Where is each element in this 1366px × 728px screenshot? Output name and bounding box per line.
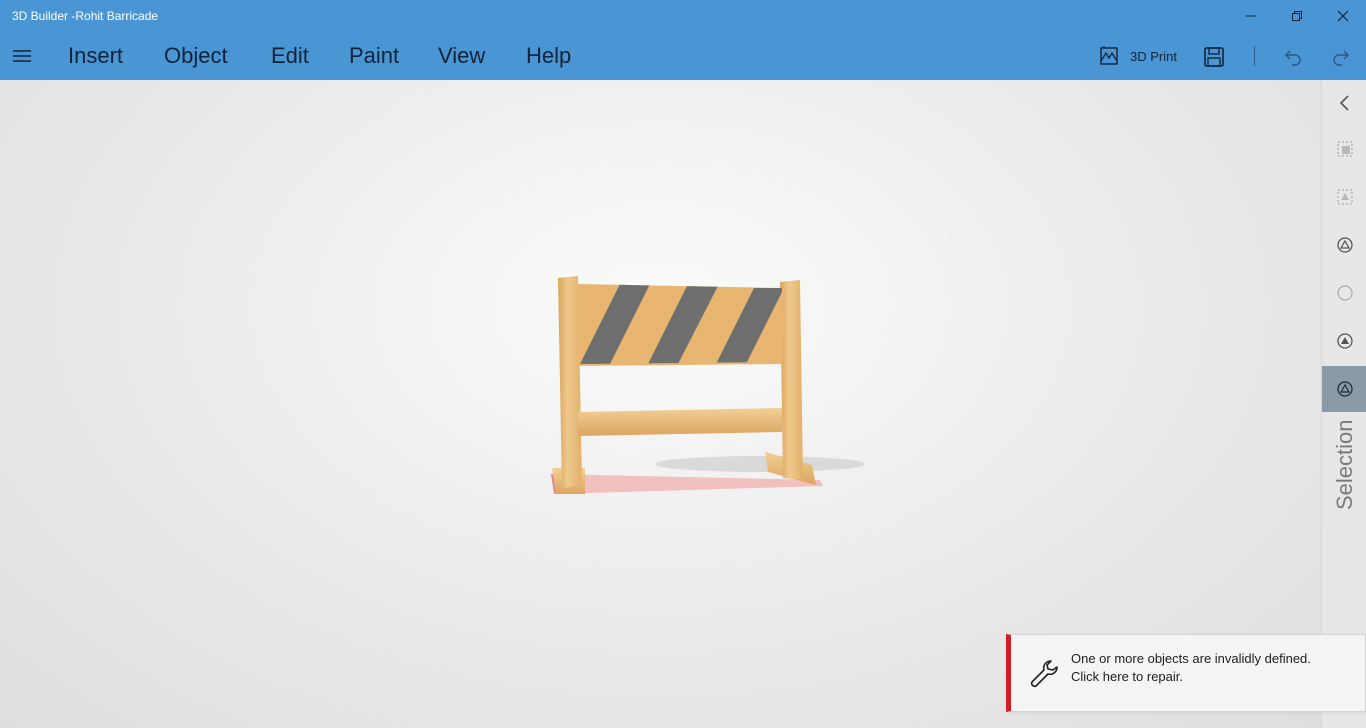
hamburger-button[interactable] xyxy=(8,42,36,70)
panel-vertical-label: Selection xyxy=(1332,419,1357,510)
menu-edit[interactable]: Edit xyxy=(271,43,309,69)
wrench-icon xyxy=(1030,660,1058,688)
scene-canvas[interactable] xyxy=(0,80,1321,728)
print-icon xyxy=(1100,46,1118,65)
menu-paint[interactable]: Paint xyxy=(349,43,399,69)
save-icon xyxy=(1204,47,1224,67)
repair-message: One or more objects are invalidly define… xyxy=(1071,651,1311,666)
selection-footprint xyxy=(552,474,823,494)
tool-button-1[interactable] xyxy=(1322,126,1366,172)
window-title: 3D Builder -Rohit Barricade xyxy=(12,9,159,23)
hamburger-icon xyxy=(13,50,31,62)
title-bar: 3D Builder -Rohit Barricade xyxy=(0,0,1366,32)
select-object-icon xyxy=(1337,141,1352,157)
lower-rail xyxy=(578,408,782,436)
tool-button-6[interactable] xyxy=(1322,366,1366,412)
tool-button-4[interactable] xyxy=(1322,270,1366,316)
collapse-panel-button[interactable] xyxy=(1322,80,1366,126)
chevron-left-icon xyxy=(1339,95,1349,111)
right-tool-panel: Selection xyxy=(1321,80,1366,728)
circle-tool-icon xyxy=(1336,285,1353,301)
repair-link[interactable]: Click here to repair. xyxy=(1071,669,1183,684)
selection-mode-icon xyxy=(1336,381,1353,397)
minimize-button[interactable] xyxy=(1228,0,1274,32)
model-shadow xyxy=(655,456,865,472)
select-edge-icon xyxy=(1336,237,1353,253)
3d-viewport[interactable] xyxy=(0,80,1321,728)
restore-button[interactable] xyxy=(1274,0,1320,32)
menu-bar: Insert Object Edit Paint View Help 3D Pr… xyxy=(0,32,1366,80)
undo-icon xyxy=(1285,50,1301,66)
3d-print-label: 3D Print xyxy=(1130,48,1177,64)
save-button[interactable] xyxy=(1201,44,1227,70)
minimize-icon xyxy=(1246,15,1256,17)
menu-view[interactable]: View xyxy=(438,43,485,69)
close-button[interactable] xyxy=(1320,0,1366,32)
select-face-icon xyxy=(1337,189,1352,205)
menu-help[interactable]: Help xyxy=(526,43,571,69)
barricade-model[interactable] xyxy=(551,276,865,495)
right-post xyxy=(780,280,803,480)
redo-button[interactable] xyxy=(1328,44,1354,70)
tool-button-2[interactable] xyxy=(1322,174,1366,220)
menu-insert[interactable]: Insert xyxy=(68,43,123,69)
menu-object[interactable]: Object xyxy=(164,43,228,69)
3d-print-button[interactable]: 3D Print xyxy=(1098,42,1177,70)
redo-icon xyxy=(1333,50,1349,66)
toolbar-separator xyxy=(1254,46,1255,66)
repair-notification[interactable]: One or more objects are invalidly define… xyxy=(1006,634,1366,712)
close-icon xyxy=(1337,10,1349,22)
undo-button[interactable] xyxy=(1280,44,1306,70)
select-vertex-icon xyxy=(1336,333,1353,349)
tool-button-5[interactable] xyxy=(1322,318,1366,364)
restore-icon xyxy=(1292,11,1302,21)
tool-button-3[interactable] xyxy=(1322,222,1366,268)
